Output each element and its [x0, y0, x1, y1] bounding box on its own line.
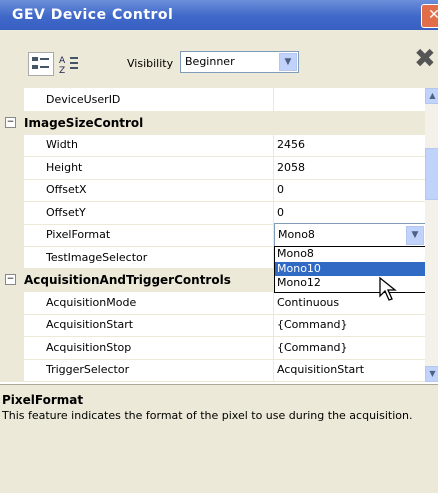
description-title: PixelFormat: [2, 393, 84, 407]
dropdown-option[interactable]: Mono8: [275, 247, 427, 261]
property-row[interactable]: OffsetX 0: [0, 178, 425, 202]
property-value[interactable]: {Command}: [277, 318, 348, 331]
property-row[interactable]: AcquisitionStop {Command}: [0, 336, 425, 360]
property-row[interactable]: TriggerSelector AcquisitionStart: [0, 358, 425, 382]
category-row[interactable]: − ImageSizeControl: [0, 110, 425, 135]
property-name: OffsetX: [46, 183, 87, 196]
property-name: AcquisitionMode: [46, 295, 137, 309]
property-row[interactable]: PixelFormat Mono8 ▼: [0, 223, 426, 247]
dropdown-option[interactable]: Mono10: [275, 261, 427, 276]
svg-text:Z: Z: [59, 66, 65, 75]
property-name: DeviceUserID: [46, 93, 121, 106]
close-button[interactable]: ✕: [421, 4, 438, 28]
property-name: Height: [46, 160, 83, 174]
property-value[interactable]: AcquisitionStart: [277, 363, 364, 376]
mouse-cursor-icon: [379, 276, 397, 301]
visibility-select[interactable]: Beginner ▼: [180, 51, 299, 73]
window-title: GEV Device Control: [12, 7, 174, 23]
property-value[interactable]: 0: [277, 183, 284, 196]
property-name: AcquisitionStart: [46, 318, 134, 331]
property-name: AcquisitionStop: [46, 340, 132, 354]
property-name: PixelFormat: [46, 228, 111, 241]
description-text: This feature indicates the format of the…: [2, 409, 413, 422]
property-value[interactable]: 2456: [277, 138, 305, 151]
category-label: ImageSizeControl: [24, 115, 144, 130]
categorized-icon[interactable]: [28, 52, 54, 76]
property-value[interactable]: 2058: [277, 161, 305, 174]
scroll-thumb[interactable]: [425, 148, 438, 200]
visibility-label: Visibility: [127, 57, 174, 70]
property-row[interactable]: AcquisitionMode Continuous: [0, 291, 425, 315]
scroll-down-icon[interactable]: ▼: [425, 366, 438, 382]
property-row[interactable]: OffsetY 0: [0, 201, 425, 225]
svg-text:A: A: [59, 56, 66, 66]
property-row[interactable]: Height 2058: [0, 156, 425, 180]
title-bar: GEV Device Control ✕: [0, 0, 438, 30]
property-grid: DeviceUserID − ImageSizeControl Width 2456 He…: [0, 88, 438, 382]
alphabetical-icon[interactable]: AZ: [56, 52, 82, 76]
vertical-scrollbar[interactable]: ▲ ▼: [425, 88, 438, 382]
category-label: AcquisitionAndTriggerControls: [24, 273, 231, 287]
property-name: TestImageSelector: [46, 250, 148, 264]
pixelformat-select[interactable]: Mono8 ▼: [274, 223, 426, 247]
pixelformat-value: Mono8: [278, 228, 315, 241]
property-value[interactable]: 0: [277, 206, 284, 219]
chevron-down-icon[interactable]: ▼: [406, 226, 424, 245]
description-pane: PixelFormat This feature indicates the f…: [0, 384, 438, 493]
property-row[interactable]: Width 2456: [0, 133, 425, 157]
collapse-icon[interactable]: −: [5, 274, 16, 285]
close-x-icon[interactable]: ✖: [414, 44, 436, 74]
property-name: TriggerSelector: [46, 363, 130, 376]
property-row[interactable]: DeviceUserID: [0, 88, 425, 112]
chevron-down-icon[interactable]: ▼: [279, 53, 297, 71]
property-row[interactable]: AcquisitionStart {Command}: [0, 313, 425, 337]
toolbar: AZ Visibility Beginner ▼ ✖: [0, 30, 438, 88]
visibility-value: Beginner: [185, 55, 235, 68]
property-name: Width: [46, 138, 78, 151]
property-value[interactable]: {Command}: [277, 341, 348, 354]
property-name: OffsetY: [46, 205, 86, 219]
property-value[interactable]: Continuous: [277, 296, 339, 309]
collapse-icon[interactable]: −: [5, 116, 16, 128]
scroll-up-icon[interactable]: ▲: [425, 88, 438, 104]
